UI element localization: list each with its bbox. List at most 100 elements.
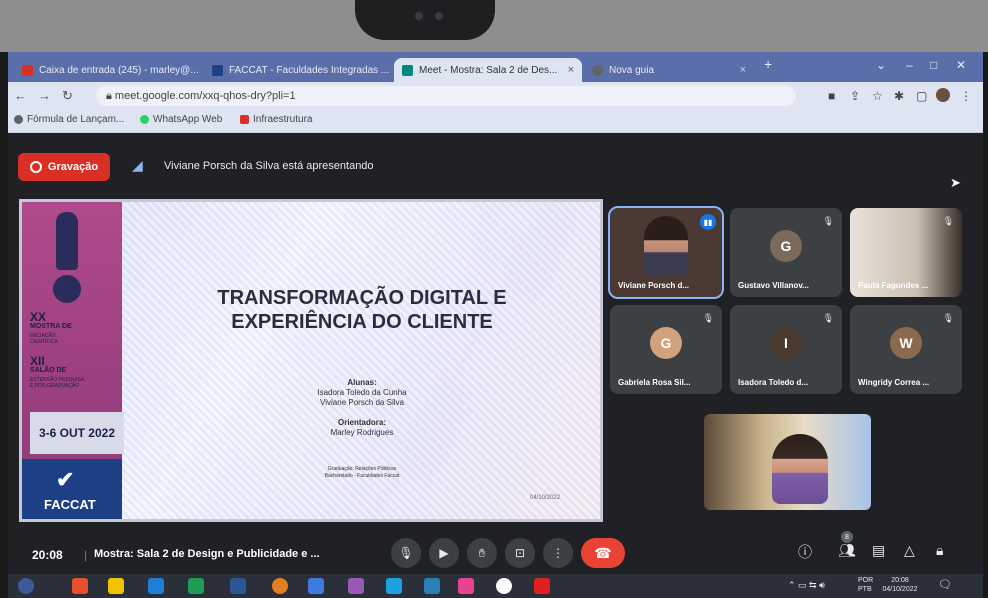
os-taskbar: ⌃ ▭ ⇆ 🔊︎ POR PTB 20:08 04/10/2022 🗨︎ [8,574,983,598]
exclamation-dot [53,275,81,303]
close-icon[interactable]: × [562,64,574,76]
mic-off-icon: 🎙︎ [702,313,714,323]
side-mostra: MOSTRA DE [30,323,72,330]
close-icon[interactable]: × [199,64,202,76]
gmail-icon [22,64,33,76]
faccat-icon [212,64,223,76]
chrome-icon [592,64,603,76]
reload-icon[interactable]: ↻ [62,88,73,104]
chat-icon[interactable]: ▤ [872,542,885,559]
webcam-housing [355,0,495,40]
system-clock[interactable]: 20:08 04/10/2022 [880,576,920,594]
bookmark-icon [14,115,23,124]
app-icon[interactable] [308,578,324,594]
word-icon[interactable] [230,578,246,594]
side-mostra-sub: INICIAÇÃO CIENTÍFICA [30,333,58,345]
participant-tile[interactable]: 🎙︎ G Gustavo Villanov... [730,208,842,297]
info-icon[interactable]: ⓘ [798,542,812,562]
minimize-icon[interactable]: – [906,58,913,72]
slide-title-line1: TRANSFORMAÇÃO DIGITAL E [217,287,507,309]
participant-tile[interactable]: ▮▮ Viviane Porsch d... [608,206,724,299]
participant-tile[interactable]: 🎙︎ I Isadora Toledo d... [730,305,842,394]
avatar: W [890,327,922,359]
tab-gmail[interactable]: Caixa de entrada (245) - marley@... × [14,58,202,82]
participant-tile[interactable]: 🎙︎ G Gabriela Rosa Sil... [610,305,722,394]
mic-button[interactable]: 🎙︎ [391,538,421,568]
maximize-icon[interactable]: □ [930,58,937,72]
notification-icon[interactable]: 🗨︎ [938,578,952,591]
host-controls-icon[interactable]: 🔒︎ [936,542,943,559]
bookmark-item[interactable]: WhatsApp Web [140,114,222,125]
mic-off-icon: 🎙︎ [822,313,834,323]
chrome-icon[interactable] [496,578,512,594]
participant-video [644,216,688,276]
webcam-lens [415,12,423,20]
extensions-icon[interactable]: ✱ [894,89,904,103]
tab-faccat[interactable]: FACCAT - Faculdades Integradas ... × [204,58,392,82]
presentation-slide: XX MOSTRA DE INICIAÇÃO CIENTÍFICA XII SA… [19,199,603,522]
firefox-icon[interactable] [272,578,288,594]
bookmark-label: Fórmula de Lançam... [27,114,125,125]
avatar: I [770,327,802,359]
meeting-name: Mostra: Sala 2 de Design e Publicidade e… [94,548,320,560]
tab-label: FACCAT - Faculdades Integradas ... [229,64,390,76]
back-icon[interactable]: ← [14,88,27,103]
leave-call-button[interactable]: ☎︎ [581,538,625,568]
app-icon[interactable] [348,578,364,594]
folder-icon[interactable] [108,578,124,594]
star-icon[interactable]: ☆ [872,89,883,103]
pdf-icon[interactable] [534,578,550,594]
camera-indicator-icon[interactable]: ■ [828,89,835,103]
tab-new[interactable]: Nova guia × [584,58,754,82]
more-vert-icon: ⋮ [552,546,564,560]
sidepanel-icon[interactable]: ▢ [916,89,927,103]
forward-icon[interactable]: → [38,88,51,103]
start-icon[interactable] [18,578,34,594]
bookmark-item[interactable]: Fórmula de Lançam... [14,114,124,125]
excel-icon[interactable] [188,578,204,594]
meet-area: Gravação ◢ Viviane Porsch da Silva está … [8,133,983,598]
self-view-tile[interactable] [704,414,871,510]
faccat-name: FACCAT [44,497,96,512]
people-icon[interactable]: 👥︎ [838,542,856,559]
profile-avatar[interactable] [936,88,950,102]
faccat-logo: ✔︎ FACCAT [22,459,122,519]
recording-button[interactable]: Gravação [18,153,110,181]
app-icon[interactable] [386,578,402,594]
gmail-icon [240,115,249,124]
camera-icon: ▶ [439,546,449,560]
close-window-icon[interactable]: ✕ [956,58,966,72]
app-icon[interactable] [424,578,440,594]
participant-count-badge: 8 [841,531,853,543]
tab-bar: Caixa de entrada (245) - marley@... × FA… [8,52,983,82]
participant-tile[interactable]: 🎙︎ Paula Fagundes ... [850,208,962,297]
app-icon[interactable] [458,578,474,594]
close-icon[interactable]: × [734,64,746,76]
new-tab-button[interactable]: + [764,56,772,72]
app-icon[interactable] [148,578,164,594]
meeting-clock: 20:08 [32,548,63,562]
bookmark-item[interactable]: Infraestrutura [240,114,312,125]
menu-icon[interactable]: ⋮ [960,89,972,103]
participant-tile[interactable]: 🎙︎ W Wingridy Correa ... [850,305,962,394]
url-text: meet.google.com/xxq-qhos-dry?pli=1 [114,90,296,102]
app-icon[interactable] [72,578,88,594]
keyboard-language[interactable]: POR PTB [858,576,873,594]
share-icon[interactable]: ⇪ [850,89,860,103]
clock-time: 20:08 [891,577,909,584]
more-options-button[interactable]: ⋮ [543,538,573,568]
participant-name: Isadora Toledo d... [738,378,809,387]
activities-icon[interactable]: △ [904,542,915,559]
tab-meet[interactable]: Meet - Mostra: Sala 2 de Des... × [394,58,582,82]
chevron-down-icon[interactable]: ⌄ [876,58,886,72]
close-icon[interactable]: × [389,64,392,76]
bookmarks-bar: Fórmula de Lançam... WhatsApp Web Infrae… [8,110,983,133]
raise-hand-button[interactable]: ✋︎ [467,538,497,568]
present-button[interactable]: ⊡ [505,538,535,568]
student-name: Viviane Porsch da Silva [320,398,404,407]
camera-button[interactable]: ▶ [429,538,459,568]
mic-off-icon: 🎙︎ [942,313,954,323]
advisor-heading: Orientadora: [337,418,386,427]
system-tray-icons[interactable]: ⌃ ▭ ⇆ 🔊︎ [788,580,825,591]
url-input[interactable]: 🔒︎ meet.google.com/xxq-qhos-dry?pli=1 [96,86,796,106]
